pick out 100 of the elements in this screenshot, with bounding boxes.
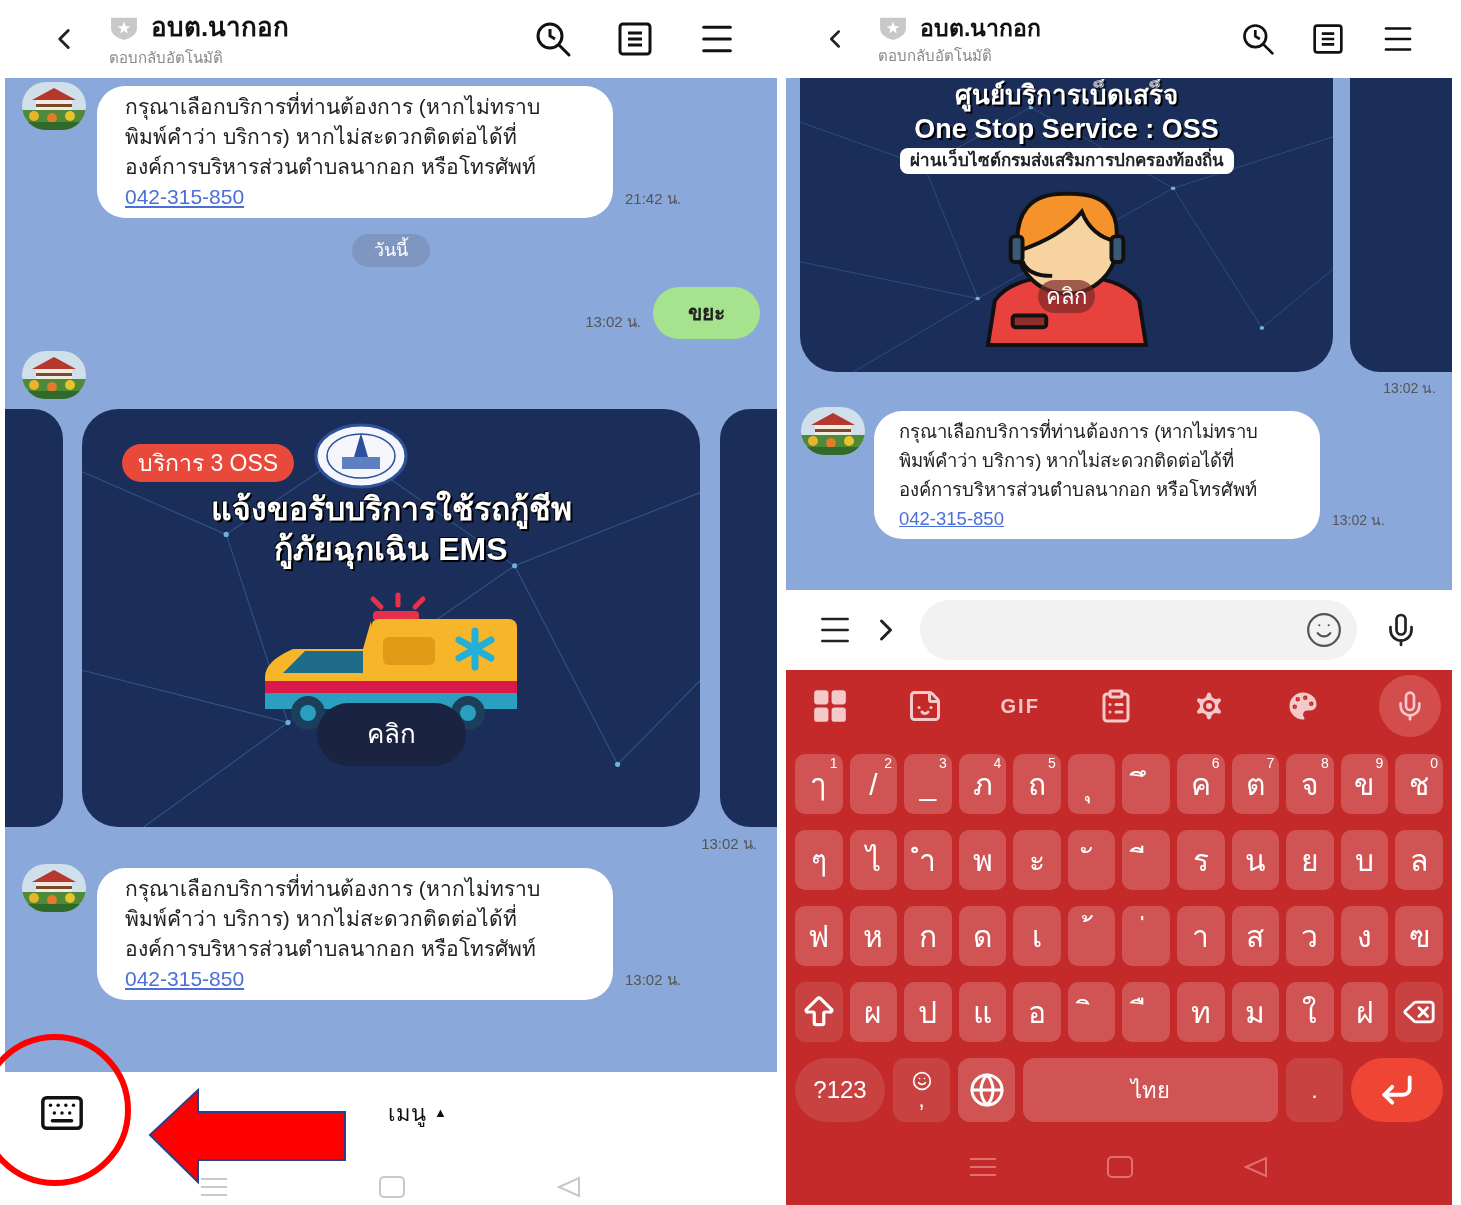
- keyboard-key[interactable]: อ: [1013, 982, 1061, 1042]
- symbols-key[interactable]: ?123: [795, 1058, 885, 1122]
- keyboard-key[interactable]: จ 8: [1286, 754, 1334, 814]
- keyboard-key[interactable]: า: [1177, 906, 1225, 966]
- language-key[interactable]: [958, 1058, 1015, 1122]
- gif-button[interactable]: GIF: [1000, 691, 1040, 721]
- keyboard-key[interactable]: ะ: [1013, 830, 1061, 890]
- keyboard-key[interactable]: ึ: [1122, 754, 1171, 814]
- keyboard-key[interactable]: ป: [904, 982, 952, 1042]
- keyboard-key[interactable]: ล: [1395, 830, 1443, 890]
- keyboard-key[interactable]: เ: [1013, 906, 1061, 966]
- keyboard-key[interactable]: ง: [1340, 906, 1389, 966]
- key-hint: 1: [829, 755, 838, 771]
- key-hint: 2: [884, 755, 893, 771]
- apps-icon[interactable]: [811, 687, 849, 725]
- keyboard-key[interactable]: ถ 5: [1013, 754, 1061, 814]
- emoji-icon: [911, 1071, 932, 1091]
- message-text: กรุณาเลือกบริการที่ท่านต้องการ (หากไม่ทราบ พิมพ์คำว่า บริการ) หากไม่สะดวกติดต่อได้ที่องค์การบริหารส่วนตำบลนากอก หรือโทรศัพท์ 042-315-850: [125, 873, 573, 994]
- phone-link[interactable]: 042-315-850: [125, 182, 245, 212]
- key-hint: 5: [1048, 755, 1056, 771]
- keyboard-key[interactable]: ผ: [849, 982, 898, 1042]
- emoji-icon[interactable]: [1305, 611, 1343, 649]
- banner-title: One Stop Service : OSS: [914, 113, 1219, 146]
- click-button[interactable]: คลิก: [316, 703, 466, 766]
- key-hint: 9: [1375, 755, 1384, 771]
- message-time: 13:02 น.: [701, 834, 757, 854]
- keyboard-key[interactable]: แ: [958, 982, 1007, 1042]
- shift-key[interactable]: [795, 982, 843, 1042]
- keyboard-key[interactable]: ก: [904, 906, 952, 966]
- keyboard-key[interactable]: ภ 4: [958, 754, 1007, 814]
- keyboard-key[interactable]: ใ: [1286, 982, 1334, 1042]
- backspace-key[interactable]: [1395, 982, 1443, 1042]
- search-icon[interactable]: [1240, 21, 1276, 57]
- keyboard-key[interactable]: ส: [1231, 906, 1280, 966]
- keyboard-key[interactable]: ๅ 1: [795, 754, 843, 814]
- message-time: 13:02 น.: [585, 311, 641, 332]
- keyboard-key[interactable]: ม: [1231, 982, 1280, 1042]
- keyboard-key[interactable]: พ: [958, 830, 1007, 890]
- chat-subtitle: ตอบกลับอัตโนมัติ: [878, 46, 993, 66]
- message-time: 13:02 น.: [1383, 379, 1436, 398]
- banner-title: ศูนย์บริการเบ็ดเสร็จ: [955, 78, 1178, 112]
- keyboard-key[interactable]: ต 7: [1231, 754, 1280, 814]
- keyboard-key[interactable]: _ 3: [904, 754, 952, 814]
- keyboard-key[interactable]: ห: [849, 906, 898, 966]
- emoji-key[interactable]: ,: [893, 1058, 950, 1122]
- keyboard-key[interactable]: ร: [1177, 830, 1225, 890]
- service-badge: บริการ 3 OSS: [122, 443, 295, 483]
- message-text: กรุณาเลือกบริการที่ท่านต้องการ (หากไม่ทราบ พิมพ์คำว่า บริการ) หากไม่สะดวกติดต่อได้ที่องค์การบริหารส่วนตำบลนากอก หรือโทรศัพท์ 042-315-850: [125, 92, 573, 212]
- keyboard-key[interactable]: บ: [1340, 830, 1389, 890]
- banner-title: กู้ภัยฉุกเฉิน EMS: [274, 530, 508, 569]
- banner-card[interactable]: ศูนย์บริการเบ็ดเสร็จ One Stop Service : OSS ผ่านเว็บไซต์กรมส่งเสริมการปกครองท้องถิ่น คลิก: [800, 78, 1333, 372]
- keyboard-key[interactable]: ำ: [904, 830, 952, 890]
- keyboard-key[interactable]: ว: [1286, 906, 1334, 966]
- keyboard-key[interactable]: ั: [1067, 830, 1116, 890]
- keyboard-key[interactable]: น: [1231, 830, 1280, 890]
- globe-icon: [968, 1072, 1005, 1108]
- keyboard-key[interactable]: ด: [958, 906, 1007, 966]
- message-time: 13:02 น.: [1332, 511, 1385, 530]
- keyboard-key[interactable]: ื: [1122, 982, 1171, 1042]
- phone-link[interactable]: 042-315-850: [899, 504, 1004, 533]
- keyboard-key[interactable]: ช 0: [1395, 754, 1443, 814]
- menu-toggle[interactable]: เมนู ▲: [388, 1096, 447, 1130]
- keyboard-key[interactable]: / 2: [849, 754, 898, 814]
- phone-link[interactable]: 042-315-850: [125, 963, 245, 994]
- keyboard-key[interactable]: ไ: [849, 830, 898, 890]
- banner-card[interactable]: บริการ 3 OSS แจ้งขอรับบริการใช้รถกู้ชีพ กู้ภัยฉุกเฉิน EMS คลิก: [82, 409, 700, 827]
- period-key[interactable]: .: [1286, 1058, 1343, 1122]
- shield-icon: [878, 15, 908, 40]
- keyboard-key[interactable]: ฃ: [1395, 906, 1443, 966]
- key-hint: 6: [1211, 755, 1220, 771]
- banner-subtitle: ผ่านเว็บไซต์กรมส่งเสริมการปกครองท้องถิ่น: [899, 148, 1234, 174]
- key-hint: 3: [938, 755, 947, 771]
- key-hint: 8: [1321, 755, 1329, 771]
- banner-title: แจ้งขอรับบริการใช้รถกู้ชีพ: [210, 489, 572, 529]
- notes-icon[interactable]: [617, 21, 653, 57]
- notes-icon[interactable]: [1312, 23, 1344, 55]
- keyboard-key[interactable]: ข 9: [1340, 754, 1389, 814]
- message-text: กรุณาเลือกบริการที่ท่านต้องการ (หากไม่ทราบ พิมพ์คำว่า บริการ) หากไม่สะดวกติดต่อได้ที่องค์การบริหารส่วนตำบลนากอก หรือโทรศัพท์ 042-315-850: [899, 417, 1286, 533]
- space-bar[interactable]: ไทย: [1023, 1058, 1278, 1122]
- chat-title: อบต.นากอก: [151, 11, 290, 45]
- key-hint: 7: [1266, 755, 1275, 771]
- message-time: 21:42 น.: [625, 188, 681, 209]
- keyboard-key[interactable]: ่: [1122, 906, 1171, 966]
- keyboard-key[interactable]: ย: [1286, 830, 1334, 890]
- message-time: 13:02 น.: [625, 970, 681, 990]
- date-pill: วันนี้: [352, 234, 430, 267]
- chat-title: อบต.นากอก: [920, 13, 1042, 43]
- shield-icon: [109, 15, 139, 40]
- key-hint: 4: [993, 755, 1002, 771]
- chat-subtitle: ตอบกลับอัตโนมัติ: [109, 48, 224, 69]
- keyboard-key[interactable]: ๆ: [795, 830, 843, 890]
- keyboard-key[interactable]: ฝ: [1340, 982, 1389, 1042]
- keyboard-key[interactable]: ้: [1067, 906, 1116, 966]
- keyboard-key[interactable]: ท: [1177, 982, 1225, 1042]
- keyboard-key[interactable]: ิ: [1067, 982, 1116, 1042]
- key-hint: 0: [1430, 755, 1438, 771]
- keyboard-key[interactable]: ี: [1122, 830, 1171, 890]
- keyboard-key[interactable]: ค 6: [1177, 754, 1225, 814]
- keyboard-key[interactable]: ฟ: [795, 906, 843, 966]
- keyboard-key[interactable]: ุ: [1067, 754, 1116, 814]
